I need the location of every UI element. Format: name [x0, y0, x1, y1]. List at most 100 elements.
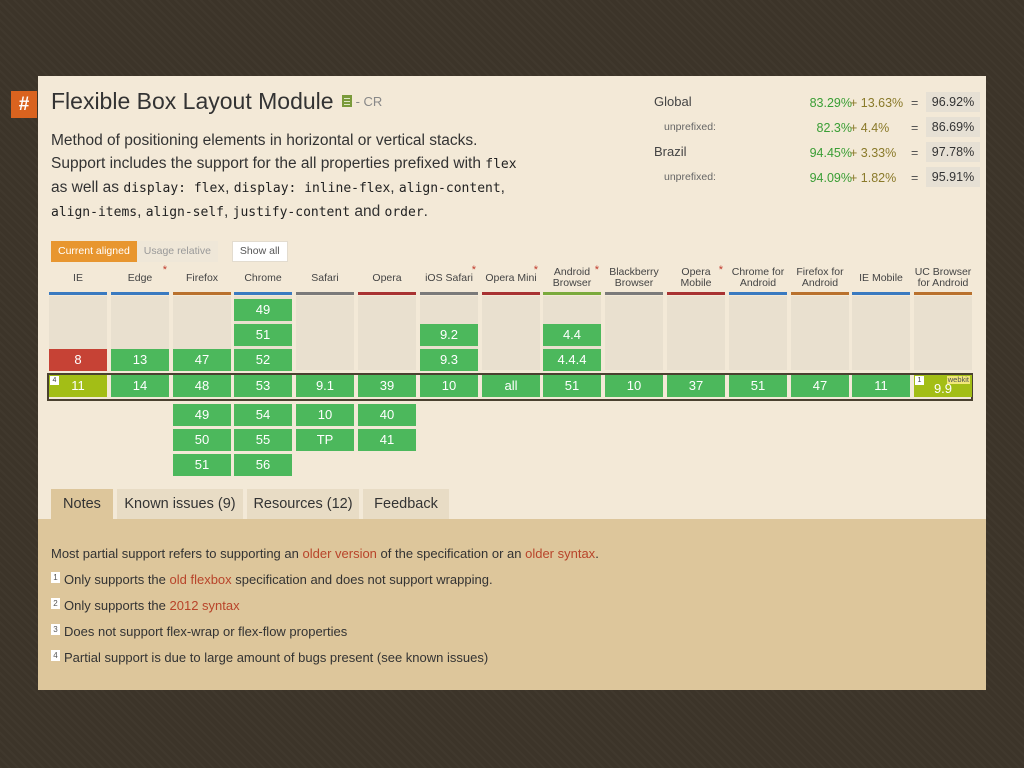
browser-name[interactable]: iOS Safari * [420, 264, 478, 292]
usage-relative-button[interactable]: Usage relative [136, 241, 218, 262]
stat-row-region: Brazil 94.45% + 3.33% = 97.78% [654, 140, 984, 165]
version-cell-future[interactable]: 50 [173, 429, 231, 451]
version-cell-current[interactable]: 10 [605, 375, 663, 397]
version-cell-past[interactable]: 47 [173, 349, 231, 371]
browser-name[interactable]: Firefox [173, 264, 231, 292]
browser-name[interactable]: IE Mobile [852, 264, 910, 292]
version-cell-past[interactable]: 9.3 [420, 349, 478, 371]
browser-name[interactable]: Edge * [111, 264, 169, 292]
version-cell-current[interactable]: 11 [852, 375, 910, 397]
feature-description: Method of positioning elements in horizo… [51, 129, 521, 224]
browser-name[interactable]: Blackberry Browser [605, 264, 663, 292]
desc-text: , [224, 203, 229, 220]
anchor-link[interactable]: # [11, 91, 37, 118]
version-cell-future[interactable]: 10 [296, 404, 354, 426]
version-cell-current[interactable]: 14 [111, 375, 169, 397]
version-cell-past[interactable]: 52 [234, 349, 292, 371]
browser-name[interactable]: Chrome [234, 264, 292, 292]
browser-label: Safari [311, 271, 339, 284]
browser-name[interactable]: Opera Mobile * [667, 264, 725, 292]
tab-resources[interactable]: Resources (12) [247, 489, 359, 519]
browser-color-bar [482, 292, 540, 295]
browser-label: Opera Mini [485, 271, 537, 284]
version-cell-current[interactable]: 37 [667, 375, 725, 397]
version-cell-future[interactable]: 55 [234, 429, 292, 451]
support-table: IE 8 11 4 Edge * 13 14 Firefox 47 48 49 50 51 Chrome 49… [47, 264, 975, 494]
older-version-link[interactable]: older version [302, 546, 376, 561]
browser-label: Chrome for Android [731, 266, 785, 289]
version-cell-current[interactable]: 9.1 [296, 375, 354, 397]
version-cell-past[interactable]: 8 [49, 349, 107, 371]
version-label: 49 [255, 302, 271, 317]
stat-row-unprefixed: unprefixed: 82.3% + 4.4% = 86.69% [654, 115, 984, 140]
version-cell-current[interactable]: 48 [173, 375, 231, 397]
past-versions-bg [358, 296, 416, 370]
version-cell-future[interactable]: 40 [358, 404, 416, 426]
version-label: 11 [71, 378, 85, 393]
version-cell-past[interactable]: 51 [234, 324, 292, 346]
version-cell-future[interactable]: 41 [358, 429, 416, 451]
version-cell-past[interactable]: 13 [111, 349, 169, 371]
show-all-button[interactable]: Show all [231, 241, 288, 262]
browser-name[interactable]: Opera [358, 264, 416, 292]
old-flexbox-link[interactable]: old flexbox [170, 572, 232, 587]
version-cell-current[interactable]: 47 [791, 375, 849, 397]
note-reference: 4 [50, 376, 59, 385]
browser-color-bar [914, 292, 972, 295]
version-label: 49 [194, 407, 210, 422]
version-label: 14 [132, 378, 148, 393]
version-cell-current[interactable]: 11 4 [49, 375, 107, 397]
browser-name[interactable]: Safari [296, 264, 354, 292]
version-label: 9.3 [439, 352, 459, 367]
current-aligned-button[interactable]: Current aligned [51, 241, 137, 262]
version-cell-current[interactable]: 9.9 1 webkit [914, 375, 972, 397]
desc-code: align-items [51, 205, 138, 220]
past-versions-bg [914, 296, 972, 370]
version-cell-past[interactable]: 4.4.4 [543, 349, 601, 371]
version-cell-current[interactable]: all [482, 375, 540, 397]
browser-name[interactable]: UC Browser for Android [914, 264, 972, 292]
tab-known-issues[interactable]: Known issues (9) [117, 489, 243, 519]
browser-color-bar [234, 292, 292, 295]
version-cell-past[interactable]: 4.4 [543, 324, 601, 346]
general-note: Most partial support refers to supportin… [51, 544, 951, 570]
version-cell-future[interactable]: 56 [234, 454, 292, 476]
desc-text: , [225, 179, 230, 196]
tab-notes[interactable]: Notes [51, 489, 113, 519]
version-label: 4.4.4 [557, 352, 587, 367]
version-cell-current[interactable]: 53 [234, 375, 292, 397]
version-cell-future[interactable]: TP [296, 429, 354, 451]
feature-card: Flexible Box Layout Module - CR Method of… [38, 76, 986, 690]
version-cell-past[interactable]: 49 [234, 299, 292, 321]
stat-equals: = [911, 121, 919, 135]
browser-name[interactable]: IE [49, 264, 107, 292]
star-icon: * [533, 264, 538, 276]
version-cell-current[interactable]: 51 [543, 375, 601, 397]
desc-text: Method of positioning elements in horizo… [51, 132, 481, 172]
browser-name[interactable]: Chrome for Android [729, 264, 787, 292]
older-syntax-link[interactable]: older syntax [525, 546, 595, 561]
spec-status: - CR [355, 94, 383, 109]
browser-color-bar [605, 292, 663, 295]
stat-equals: = [911, 171, 919, 185]
note-text: Most partial support refers to supportin… [51, 546, 299, 561]
version-cell-future[interactable]: 51 [173, 454, 231, 476]
version-cell-past[interactable]: 9.2 [420, 324, 478, 346]
version-cell-future[interactable]: 49 [173, 404, 231, 426]
desc-text: and [354, 203, 381, 220]
stat-partial: + 4.4% [850, 121, 890, 135]
tab-feedback[interactable]: Feedback [363, 489, 449, 519]
browser-color-bar [111, 292, 169, 295]
browser-label: IE Mobile [859, 271, 903, 284]
browser-name[interactable]: Opera Mini * [482, 264, 540, 292]
version-label: 51 [194, 457, 210, 472]
browser-name[interactable]: Android Browser * [543, 264, 601, 292]
2012-syntax-link[interactable]: 2012 syntax [170, 598, 240, 613]
version-cell-current[interactable]: 39 [358, 375, 416, 397]
version-cell-current[interactable]: 51 [729, 375, 787, 397]
version-cell-current[interactable]: 10 [420, 375, 478, 397]
version-cell-future[interactable]: 54 [234, 404, 292, 426]
version-label: 11 [874, 378, 888, 393]
browser-name[interactable]: Firefox for Android [791, 264, 849, 292]
spec-document-icon[interactable] [341, 94, 352, 107]
